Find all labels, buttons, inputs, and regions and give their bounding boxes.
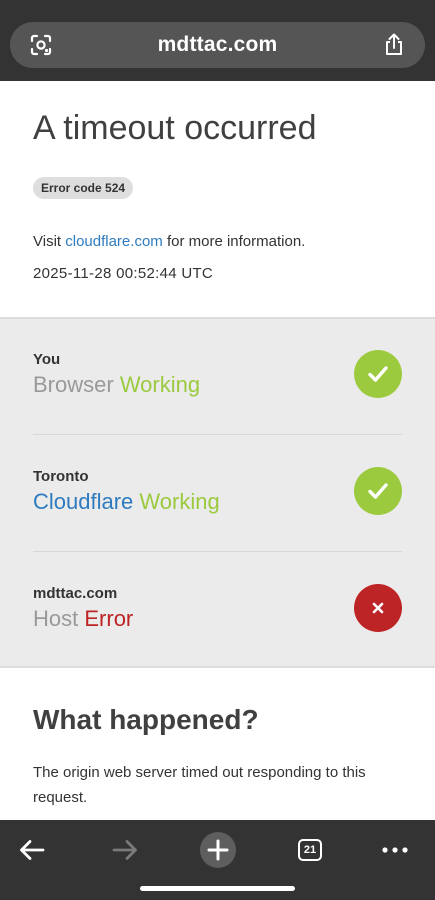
x-icon: [354, 584, 402, 632]
error-header: A timeout occurred Error code 524 Visit …: [0, 81, 435, 317]
cloudflare-link[interactable]: cloudflare.com: [65, 233, 163, 250]
status-location: Toronto: [33, 468, 89, 485]
tab-count: 21: [298, 839, 322, 861]
timestamp: 2025-11-28 00:52:44 UTC: [33, 265, 214, 282]
visit-prefix: Visit: [33, 233, 66, 250]
plus-icon[interactable]: [198, 828, 238, 872]
back-arrow-icon[interactable]: [16, 828, 48, 872]
status-state: Working: [119, 372, 201, 397]
status-state: Working: [139, 489, 220, 514]
divider: [33, 551, 402, 552]
what-happened-heading: What happened?: [33, 704, 259, 735]
more-icon[interactable]: [380, 828, 410, 872]
status-location: You: [33, 351, 61, 368]
home-indicator[interactable]: [140, 886, 295, 891]
lens-icon[interactable]: [30, 34, 52, 56]
address-bar[interactable]: mdttac.com: [10, 22, 425, 68]
tabs-icon[interactable]: 21: [296, 828, 324, 872]
browser-top-bar: mdttac.com: [0, 0, 435, 81]
status-state: Error: [84, 606, 134, 631]
divider: [33, 434, 402, 435]
url-text[interactable]: mdttac.com: [158, 33, 278, 57]
share-icon[interactable]: [383, 33, 405, 57]
page-title: A timeout occurred: [33, 109, 317, 147]
error-code-badge: Error code 524: [33, 177, 134, 199]
status-name: Host: [33, 606, 79, 631]
status-location: mdttac.com: [33, 585, 118, 602]
status-name: Browser: [33, 372, 114, 397]
status-label: Browser Working: [33, 372, 200, 398]
status-label: Host Error: [33, 606, 133, 632]
check-icon: [354, 350, 402, 398]
what-happened-section: What happened? The origin web server tim…: [0, 668, 435, 820]
what-happened-body: The origin web server timed out respondi…: [33, 764, 366, 806]
check-icon: [354, 467, 402, 515]
status-row-cloudflare: Toronto Cloudflare Working: [33, 436, 402, 553]
status-panel: You Browser Working Toronto Cloudflare W…: [0, 317, 435, 668]
status-label: Cloudflare Working: [33, 489, 220, 515]
status-name: Cloudflare: [33, 489, 134, 514]
forward-arrow-icon[interactable]: [109, 828, 141, 872]
visit-suffix: for more information.: [162, 233, 306, 250]
status-row-browser: You Browser Working: [33, 319, 402, 436]
status-row-host: mdttac.com Host Error: [33, 553, 402, 670]
visit-text: Visit cloudflare.com for more informatio…: [33, 233, 305, 250]
